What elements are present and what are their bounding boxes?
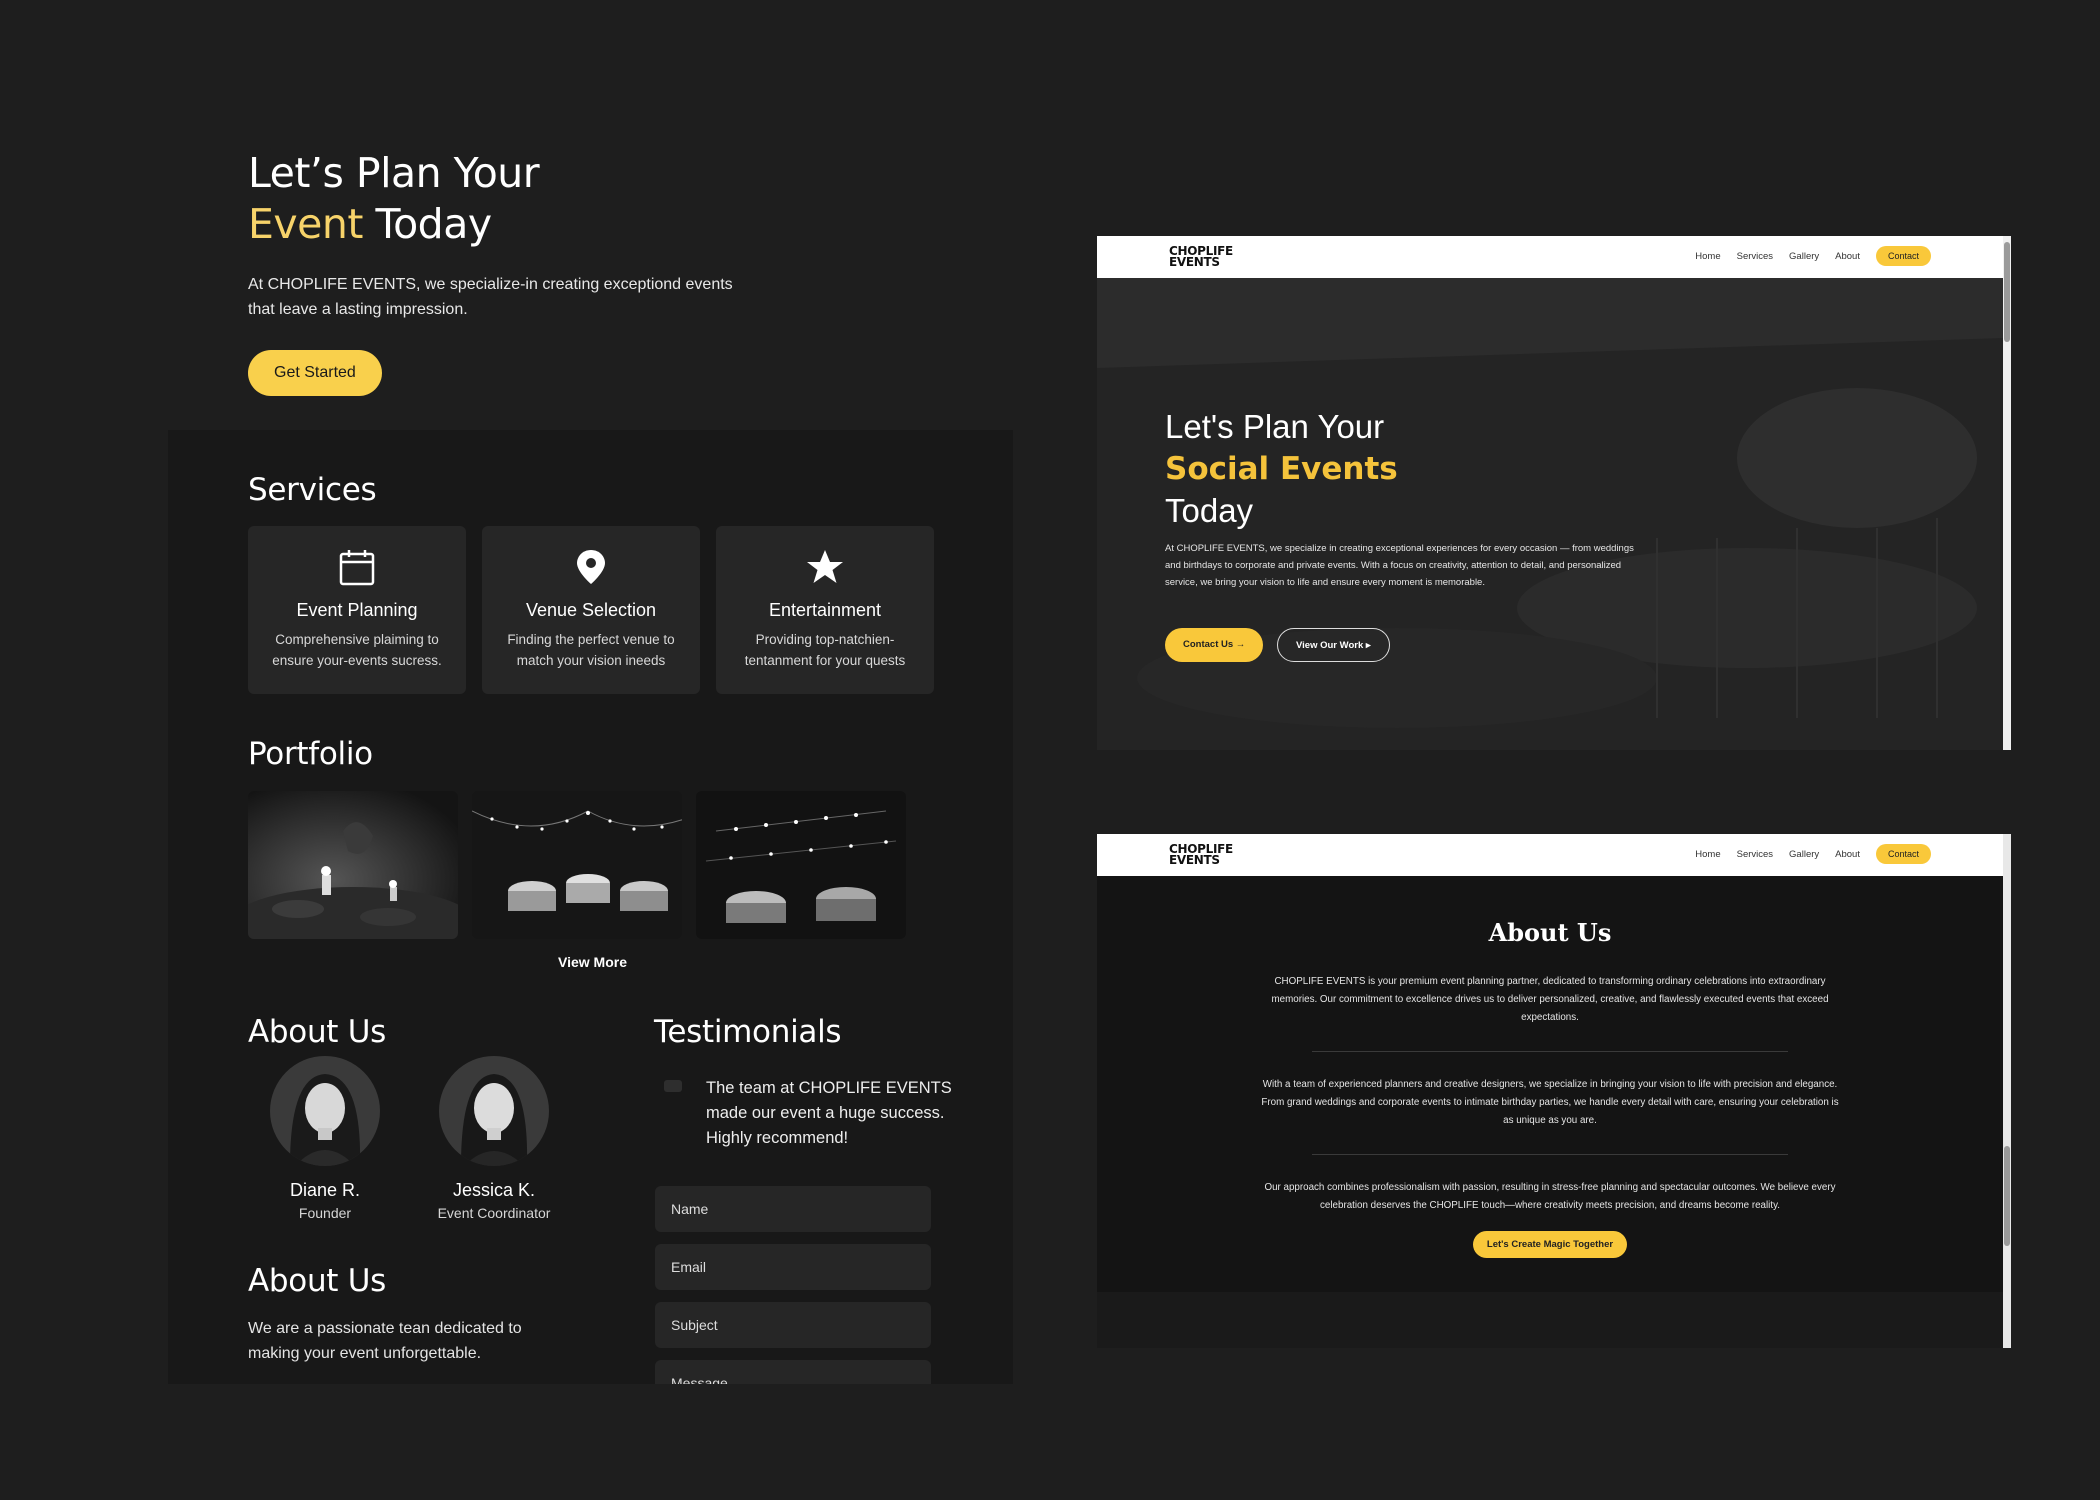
preview-about-window: CHOPLIFE EVENTS Home Services Gallery Ab… <box>1097 834 2011 1348</box>
service-description: Finding the perfect venue to match your … <box>507 632 675 668</box>
hero-title-rest: Today <box>362 200 493 248</box>
logo-line2: EVENTS <box>1169 255 1220 269</box>
content-panel: Services Event Planning Comprehensive pl… <box>168 430 1013 1384</box>
navbar: CHOPLIFE EVENTS Home Services Gallery Ab… <box>1097 236 2011 278</box>
nav-home[interactable]: Home <box>1695 849 1720 860</box>
service-title: Event Planning <box>296 600 418 620</box>
preview-hero-line3: Today <box>1165 492 1254 529</box>
nav-links: Home Services Gallery About Contact <box>1695 844 1931 864</box>
service-title: Venue Selection <box>525 600 657 620</box>
team-member-role: Event Coordinator <box>437 1205 551 1221</box>
subject-field[interactable]: Subject <box>655 1302 931 1348</box>
service-card-event-planning[interactable]: Event Planning Comprehensive plaiming to… <box>248 526 466 694</box>
site-logo[interactable]: CHOPLIFE EVENTS <box>1169 245 1233 269</box>
nav-home[interactable]: Home <box>1695 251 1720 262</box>
location-pin-icon <box>577 550 605 584</box>
nav-contact-button[interactable]: Contact <box>1875 844 1931 864</box>
portfolio-image-string-lights[interactable] <box>472 791 682 939</box>
logo-line2: EVENTS <box>1169 853 1220 867</box>
preview-about-paragraph-2: With a team of experienced planners and … <box>1261 1079 1839 1126</box>
hero-title-line1: Let’s Plan Your <box>248 149 540 197</box>
contact-us-button[interactable]: Contact Us → <box>1165 628 1264 662</box>
about-text: We are a passionate tean dedicated to ma… <box>248 1320 522 1362</box>
nav-links: Home Services Gallery About Contact <box>1695 246 1931 266</box>
team-member: Diane R. Founder <box>255 1056 395 1221</box>
nav-about[interactable]: About <box>1835 251 1860 262</box>
preview-hero-title: Let's Plan Your Social Events Today <box>1165 406 1398 531</box>
quote-icon <box>664 1080 682 1092</box>
services-title: Services <box>248 472 377 508</box>
scrollbar[interactable] <box>2003 834 2011 1348</box>
avatar <box>439 1056 549 1166</box>
service-description: Comprehensive plaiming to ensure your-ev… <box>272 632 442 668</box>
about-title: About Us <box>248 1014 386 1050</box>
view-more-link[interactable]: View More <box>558 954 627 970</box>
scrollbar[interactable] <box>2003 236 2011 750</box>
service-card-venue-selection[interactable]: Venue Selection Finding the perfect venu… <box>482 526 700 694</box>
scrollbar-thumb[interactable] <box>2004 1146 2010 1246</box>
divider <box>1312 1154 1788 1155</box>
services-list: Event Planning Comprehensive plaiming to… <box>248 526 934 694</box>
nav-gallery[interactable]: Gallery <box>1789 849 1819 860</box>
view-our-work-button[interactable]: View Our Work ▸ <box>1277 628 1390 662</box>
preview-about-paragraph-1: CHOPLIFE EVENTS is your premium event pl… <box>1271 976 1829 1023</box>
divider <box>1312 1051 1788 1052</box>
preview-hero-description: At CHOPLIFE EVENTS, we specialize in cre… <box>1165 543 1634 588</box>
nav-services[interactable]: Services <box>1737 251 1773 262</box>
hero-description: At CHOPLIFE EVENTS, we specialize-in cre… <box>248 276 733 318</box>
preview-about-section: About Us CHOPLIFE EVENTS is your premium… <box>1097 876 2003 1292</box>
about-title-secondary: About Us <box>248 1263 386 1299</box>
portfolio-image-candle-table[interactable] <box>248 791 458 939</box>
scrollbar-thumb[interactable] <box>2004 242 2010 342</box>
preview-hero: Let's Plan Your Social Events Today At C… <box>1097 278 2003 750</box>
preview-hero-highlight: Social Events <box>1165 451 1398 487</box>
service-title: Entertainment <box>768 600 882 620</box>
nav-contact-button[interactable]: Contact <box>1875 246 1931 266</box>
portfolio-gallery <box>248 791 906 939</box>
portfolio-title: Portfolio <box>248 736 373 772</box>
navbar: CHOPLIFE EVENTS Home Services Gallery Ab… <box>1097 834 2011 876</box>
preview-about-title: About Us <box>1488 918 1612 947</box>
create-magic-button[interactable]: Let's Create Magic Together <box>1472 1231 1628 1258</box>
team-member-name: Jessica K. <box>452 1180 536 1200</box>
star-icon <box>807 550 843 583</box>
nav-about[interactable]: About <box>1835 849 1860 860</box>
message-field[interactable]: Message <box>655 1360 931 1384</box>
hero-title: Let’s Plan Your Event Today <box>248 148 848 250</box>
site-logo[interactable]: CHOPLIFE EVENTS <box>1169 843 1233 867</box>
service-description: Providing top-natchien-tentanment for yo… <box>744 632 906 668</box>
avatar <box>270 1056 380 1166</box>
preview-about-paragraph-3: Our approach combines professionalism wi… <box>1264 1182 1836 1211</box>
team-member-role: Founder <box>298 1205 352 1221</box>
nav-services[interactable]: Services <box>1737 849 1773 860</box>
preview-hero-line1: Let's Plan Your <box>1165 408 1385 445</box>
portfolio-image-outdoor-venue[interactable] <box>696 791 906 939</box>
email-field[interactable]: Email <box>655 1244 931 1290</box>
hero-section: Let’s Plan Your Event Today At CHOPLIFE … <box>248 148 848 396</box>
hero-title-accent: Event <box>248 200 363 248</box>
service-card-entertainment[interactable]: Entertainment Providing top-natchien-ten… <box>716 526 934 694</box>
calendar-icon <box>339 550 375 586</box>
get-started-button[interactable]: Get Started <box>248 350 382 396</box>
preview-hero-window: CHOPLIFE EVENTS Home Services Gallery Ab… <box>1097 236 2011 750</box>
nav-gallery[interactable]: Gallery <box>1789 251 1819 262</box>
team-member-name: Diane R. <box>289 1180 361 1200</box>
testimonial-quote: The team at CHOPLIFE EVENTS made our eve… <box>706 1079 952 1147</box>
testimonials-title: Testimonials <box>654 1014 842 1050</box>
name-field[interactable]: Name <box>655 1186 931 1232</box>
team-member: Jessica K. Event Coordinator <box>424 1056 564 1221</box>
